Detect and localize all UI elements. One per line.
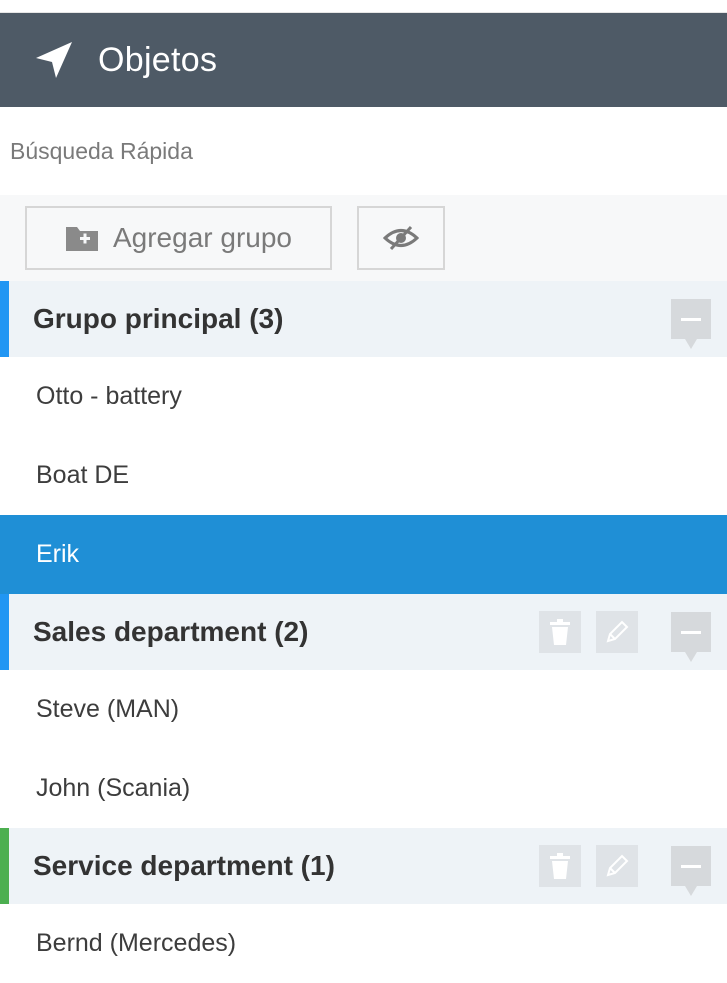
group-name: Grupo principal (3) xyxy=(33,303,284,334)
panel-title: Objetos xyxy=(98,40,218,79)
delete-group-button[interactable] xyxy=(539,845,581,887)
trash-icon xyxy=(550,619,570,645)
minus-icon xyxy=(681,864,701,868)
add-group-label: Agregar grupo xyxy=(112,222,292,253)
navigation-arrow-icon xyxy=(36,42,72,78)
group-header[interactable]: Sales department (2) xyxy=(0,594,727,670)
collapse-group-button[interactable] xyxy=(671,612,711,662)
toolbar: Agregar grupo xyxy=(0,195,727,281)
top-strip xyxy=(0,0,727,13)
group-color-bar xyxy=(0,594,9,670)
list-item[interactable]: Otto - battery xyxy=(0,357,727,436)
trash-icon xyxy=(550,853,570,879)
list-item[interactable]: Bernd (Mercedes) xyxy=(0,904,727,983)
folder-plus-icon xyxy=(65,227,98,251)
collapse-group-button[interactable] xyxy=(671,846,711,896)
add-group-button[interactable]: Agregar grupo xyxy=(25,206,332,270)
minus-icon xyxy=(681,630,701,634)
edit-group-button[interactable] xyxy=(596,845,638,887)
collapse-group-button[interactable] xyxy=(671,299,711,349)
list-item[interactable]: John (Scania) xyxy=(0,749,727,828)
group-color-bar xyxy=(0,281,9,357)
list-item[interactable]: Boat DE xyxy=(0,436,727,515)
delete-group-button[interactable] xyxy=(539,611,581,653)
group-name: Service department (1) xyxy=(33,850,335,881)
group-actions xyxy=(539,594,727,670)
group-actions xyxy=(653,281,727,357)
group-actions xyxy=(539,828,727,904)
panel-header: Objetos xyxy=(0,13,727,107)
list-item[interactable]: Steve (MAN) xyxy=(0,670,727,749)
quick-search-input[interactable] xyxy=(0,137,727,165)
group-name: Sales department (2) xyxy=(33,616,309,647)
eye-slash-icon xyxy=(383,225,419,251)
list-item-selected[interactable]: Erik xyxy=(0,515,727,594)
group-header[interactable]: Grupo principal (3) xyxy=(0,281,727,357)
minus-icon xyxy=(681,317,701,321)
group-header[interactable]: Service department (1) xyxy=(0,828,727,904)
pencil-icon xyxy=(606,854,629,877)
pencil-icon xyxy=(606,620,629,643)
toggle-visibility-button[interactable] xyxy=(357,206,445,270)
quick-search xyxy=(0,107,727,195)
group-color-bar xyxy=(0,828,9,904)
edit-group-button[interactable] xyxy=(596,611,638,653)
